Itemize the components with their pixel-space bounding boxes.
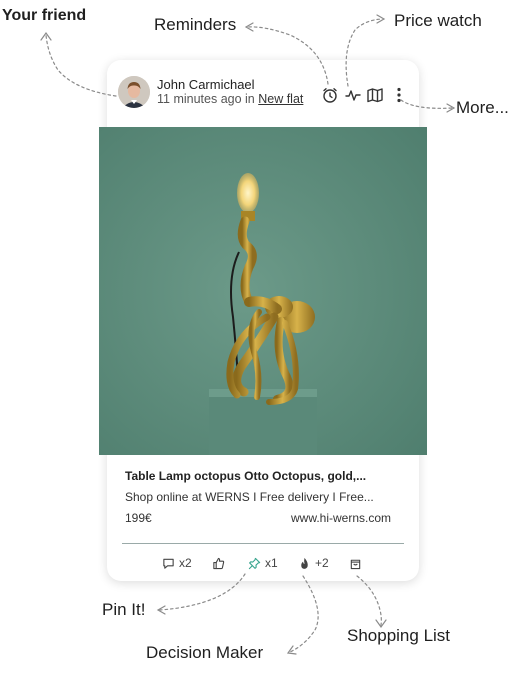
callout-your-friend: Your friend — [2, 7, 87, 24]
callout-reminders: Reminders — [154, 15, 237, 34]
post-meta: 11 minutes ago in New flat — [157, 92, 303, 106]
arrow-shopping-list — [356, 575, 382, 626]
pin-button[interactable]: x1 — [248, 555, 278, 571]
callout-decision-maker: Decision Maker — [146, 643, 264, 662]
comment-icon — [163, 558, 174, 569]
like-button[interactable] — [212, 555, 225, 571]
product-price: 199€ — [125, 511, 152, 525]
more-vertical-icon[interactable] — [390, 86, 408, 104]
thumbs-up-icon — [213, 557, 225, 569]
arrow-decision-maker — [289, 575, 319, 653]
shopping-bag-icon — [350, 559, 361, 569]
arrowhead-pin-it — [156, 605, 166, 615]
arrowhead-decision-maker — [286, 645, 297, 655]
callout-more: More... — [456, 98, 509, 117]
avatar-image — [118, 76, 150, 108]
product-image[interactable] — [99, 127, 427, 455]
alarm-clock-icon[interactable] — [321, 86, 339, 104]
divider — [122, 543, 404, 544]
author-name[interactable]: John Carmichael — [157, 77, 255, 92]
arrowhead-more — [446, 103, 456, 113]
avatar[interactable] — [118, 76, 150, 108]
product-site-link[interactable]: www.hi-werns.com — [291, 511, 391, 525]
comments-button[interactable]: x2 — [162, 555, 192, 571]
arrowhead-your-friend — [40, 31, 52, 41]
board-link[interactable]: New flat — [258, 92, 303, 106]
pins-count: x1 — [265, 556, 278, 570]
product-title[interactable]: Table Lamp octopus Otto Octopus, gold,..… — [125, 469, 366, 483]
map-icon[interactable] — [366, 86, 384, 104]
comments-count: x2 — [179, 556, 192, 570]
pin-icon — [248, 557, 261, 569]
pulse-icon[interactable] — [344, 86, 362, 104]
post-time: 11 minutes ago in — [157, 92, 259, 106]
arrowhead-price-watch — [376, 14, 386, 24]
callout-price-watch: Price watch — [394, 11, 482, 30]
product-description: Shop online at WERNS I Free delivery I F… — [125, 490, 374, 504]
octopus-lamp-illustration — [99, 127, 427, 455]
callout-pin-it: Pin It! — [102, 600, 146, 619]
arrowhead-reminders — [244, 22, 254, 32]
hot-button[interactable]: +2 — [298, 555, 329, 571]
callout-shopping-list: Shopping List — [347, 626, 451, 645]
arrow-your-friend — [45, 34, 117, 97]
shopping-list-button[interactable] — [349, 555, 362, 571]
flame-icon — [301, 557, 308, 569]
hot-count: +2 — [315, 556, 329, 570]
